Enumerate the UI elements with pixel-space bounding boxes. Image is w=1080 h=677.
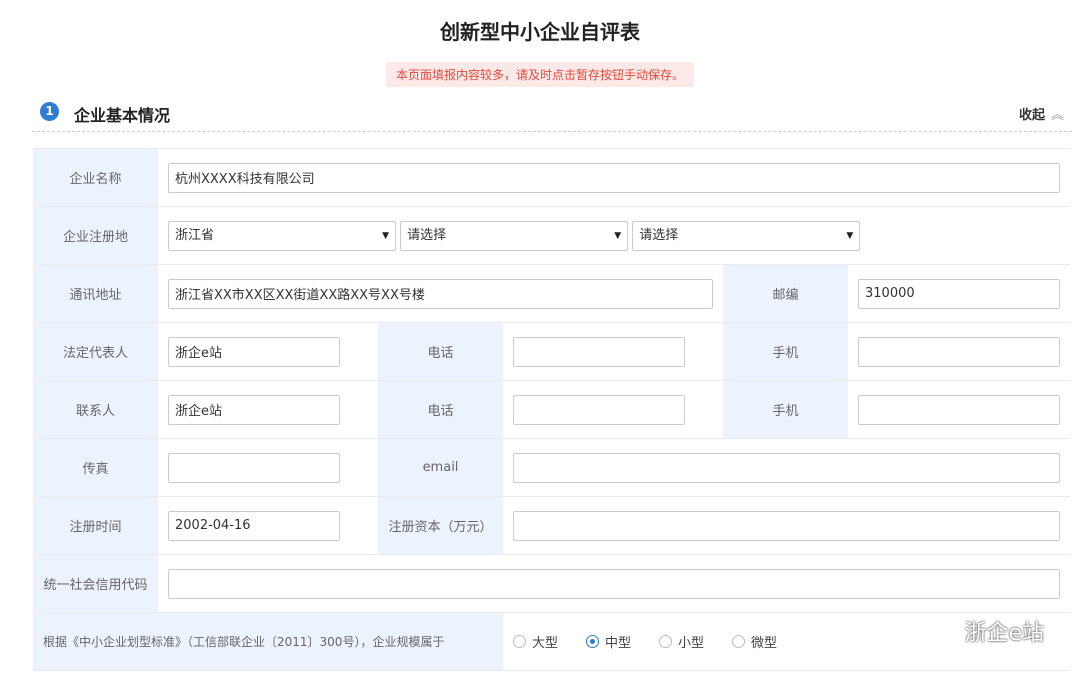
legal-mobile-label: 手机 (723, 322, 848, 381)
legal-phone-input[interactable] (513, 336, 685, 367)
radio-icon (659, 635, 673, 648)
company-name-label: 企业名称 (33, 148, 158, 207)
form-row-fax: 传真 email (33, 438, 1071, 497)
radio-icon (732, 635, 746, 648)
reg-date-label: 注册时间 (33, 496, 158, 555)
contact-mobile-label: 手机 (723, 380, 848, 439)
enterprise-info-form: 企业名称 企业注册地 浙江省▼ 请选择▼ 请选择▼ 通讯地址 邮编 法定代表人 … (33, 148, 1071, 671)
form-row-legal-rep: 法定代表人 电话 手机 (33, 322, 1071, 381)
province-select[interactable]: 浙江省 ▼ (168, 220, 396, 251)
reg-capital-input[interactable] (513, 510, 1061, 541)
company-name-input[interactable] (168, 162, 1061, 193)
form-row-reg-place: 企业注册地 浙江省 ▼ 请选择 ▼ 请选择 ▼ (33, 206, 1071, 265)
scale-option-small[interactable]: 小型 (659, 632, 704, 651)
credit-code-input[interactable] (168, 568, 1061, 599)
legal-mobile-input[interactable] (858, 336, 1061, 367)
dropdown-caret-icon: ▼ (382, 230, 389, 241)
contact-mobile-input[interactable] (858, 394, 1061, 425)
collapse-button[interactable]: 收起 ︽ (1019, 104, 1064, 123)
scale-option-large[interactable]: 大型 (513, 632, 558, 651)
email-label: email (378, 438, 503, 497)
fax-input[interactable] (168, 452, 340, 483)
watermark-text: 浙企e站 (964, 621, 1044, 646)
watermark: 浙企e站 (934, 615, 1044, 647)
address-label: 通讯地址 (33, 264, 158, 323)
chevron-up-icon: ︽ (1050, 108, 1064, 123)
contact-phone-input[interactable] (513, 394, 685, 425)
contact-label: 联系人 (33, 380, 158, 439)
scale-label: 根据《中小企业划型标准》（工信部联企业〔2011〕300号），企业规模属于 (33, 612, 503, 671)
legal-phone-label: 电话 (378, 322, 503, 381)
district-select[interactable]: 请选择 ▼ (632, 220, 861, 251)
contact-input[interactable] (168, 394, 340, 425)
section-header: 1 企业基本情况 收起 ︽ (32, 94, 1072, 132)
address-input[interactable] (168, 278, 713, 309)
step-number-badge: 1 (40, 102, 59, 121)
contact-phone-label: 电话 (378, 380, 503, 439)
dropdown-caret-icon: ▼ (614, 230, 622, 241)
radio-icon (513, 635, 526, 648)
form-row-contact: 联系人 电话 手机 (33, 380, 1071, 439)
collapse-label: 收起 (1018, 108, 1045, 123)
legal-rep-label: 法定代表人 (33, 322, 158, 381)
reg-capital-label: 注册资本（万元） (378, 496, 503, 555)
credit-code-label: 统一社会信用代码 (33, 554, 158, 613)
form-row-reg-date: 注册时间 注册资本（万元） (33, 496, 1071, 555)
dropdown-caret-icon: ▼ (846, 230, 854, 241)
save-notice: 本页面填报内容较多，请及时点击暂存按钮手动保存。 (385, 62, 695, 87)
form-row-company-name: 企业名称 (33, 148, 1071, 207)
city-select[interactable]: 请选择 ▼ (400, 220, 629, 251)
scale-option-micro[interactable]: 微型 (732, 632, 777, 651)
form-row-address: 通讯地址 邮编 (33, 264, 1071, 323)
scale-option-medium[interactable]: 中型 (586, 632, 631, 651)
section-title: 企业基本情况 (74, 106, 171, 125)
postcode-label: 邮编 (723, 264, 848, 323)
fax-label: 传真 (33, 438, 158, 497)
reg-place-label: 企业注册地 (33, 206, 158, 265)
wechat-icon (934, 622, 958, 639)
reg-date-input[interactable] (168, 510, 340, 541)
page-title: 创新型中小企业自评表 (440, 20, 640, 44)
radio-selected-icon (586, 635, 600, 648)
postcode-input[interactable] (858, 278, 1061, 309)
form-row-scale: 根据《中小企业划型标准》（工信部联企业〔2011〕300号），企业规模属于 大型… (33, 612, 1071, 671)
email-input[interactable] (513, 452, 1061, 483)
legal-rep-input[interactable] (168, 336, 340, 367)
form-row-credit-code: 统一社会信用代码 (33, 554, 1071, 613)
